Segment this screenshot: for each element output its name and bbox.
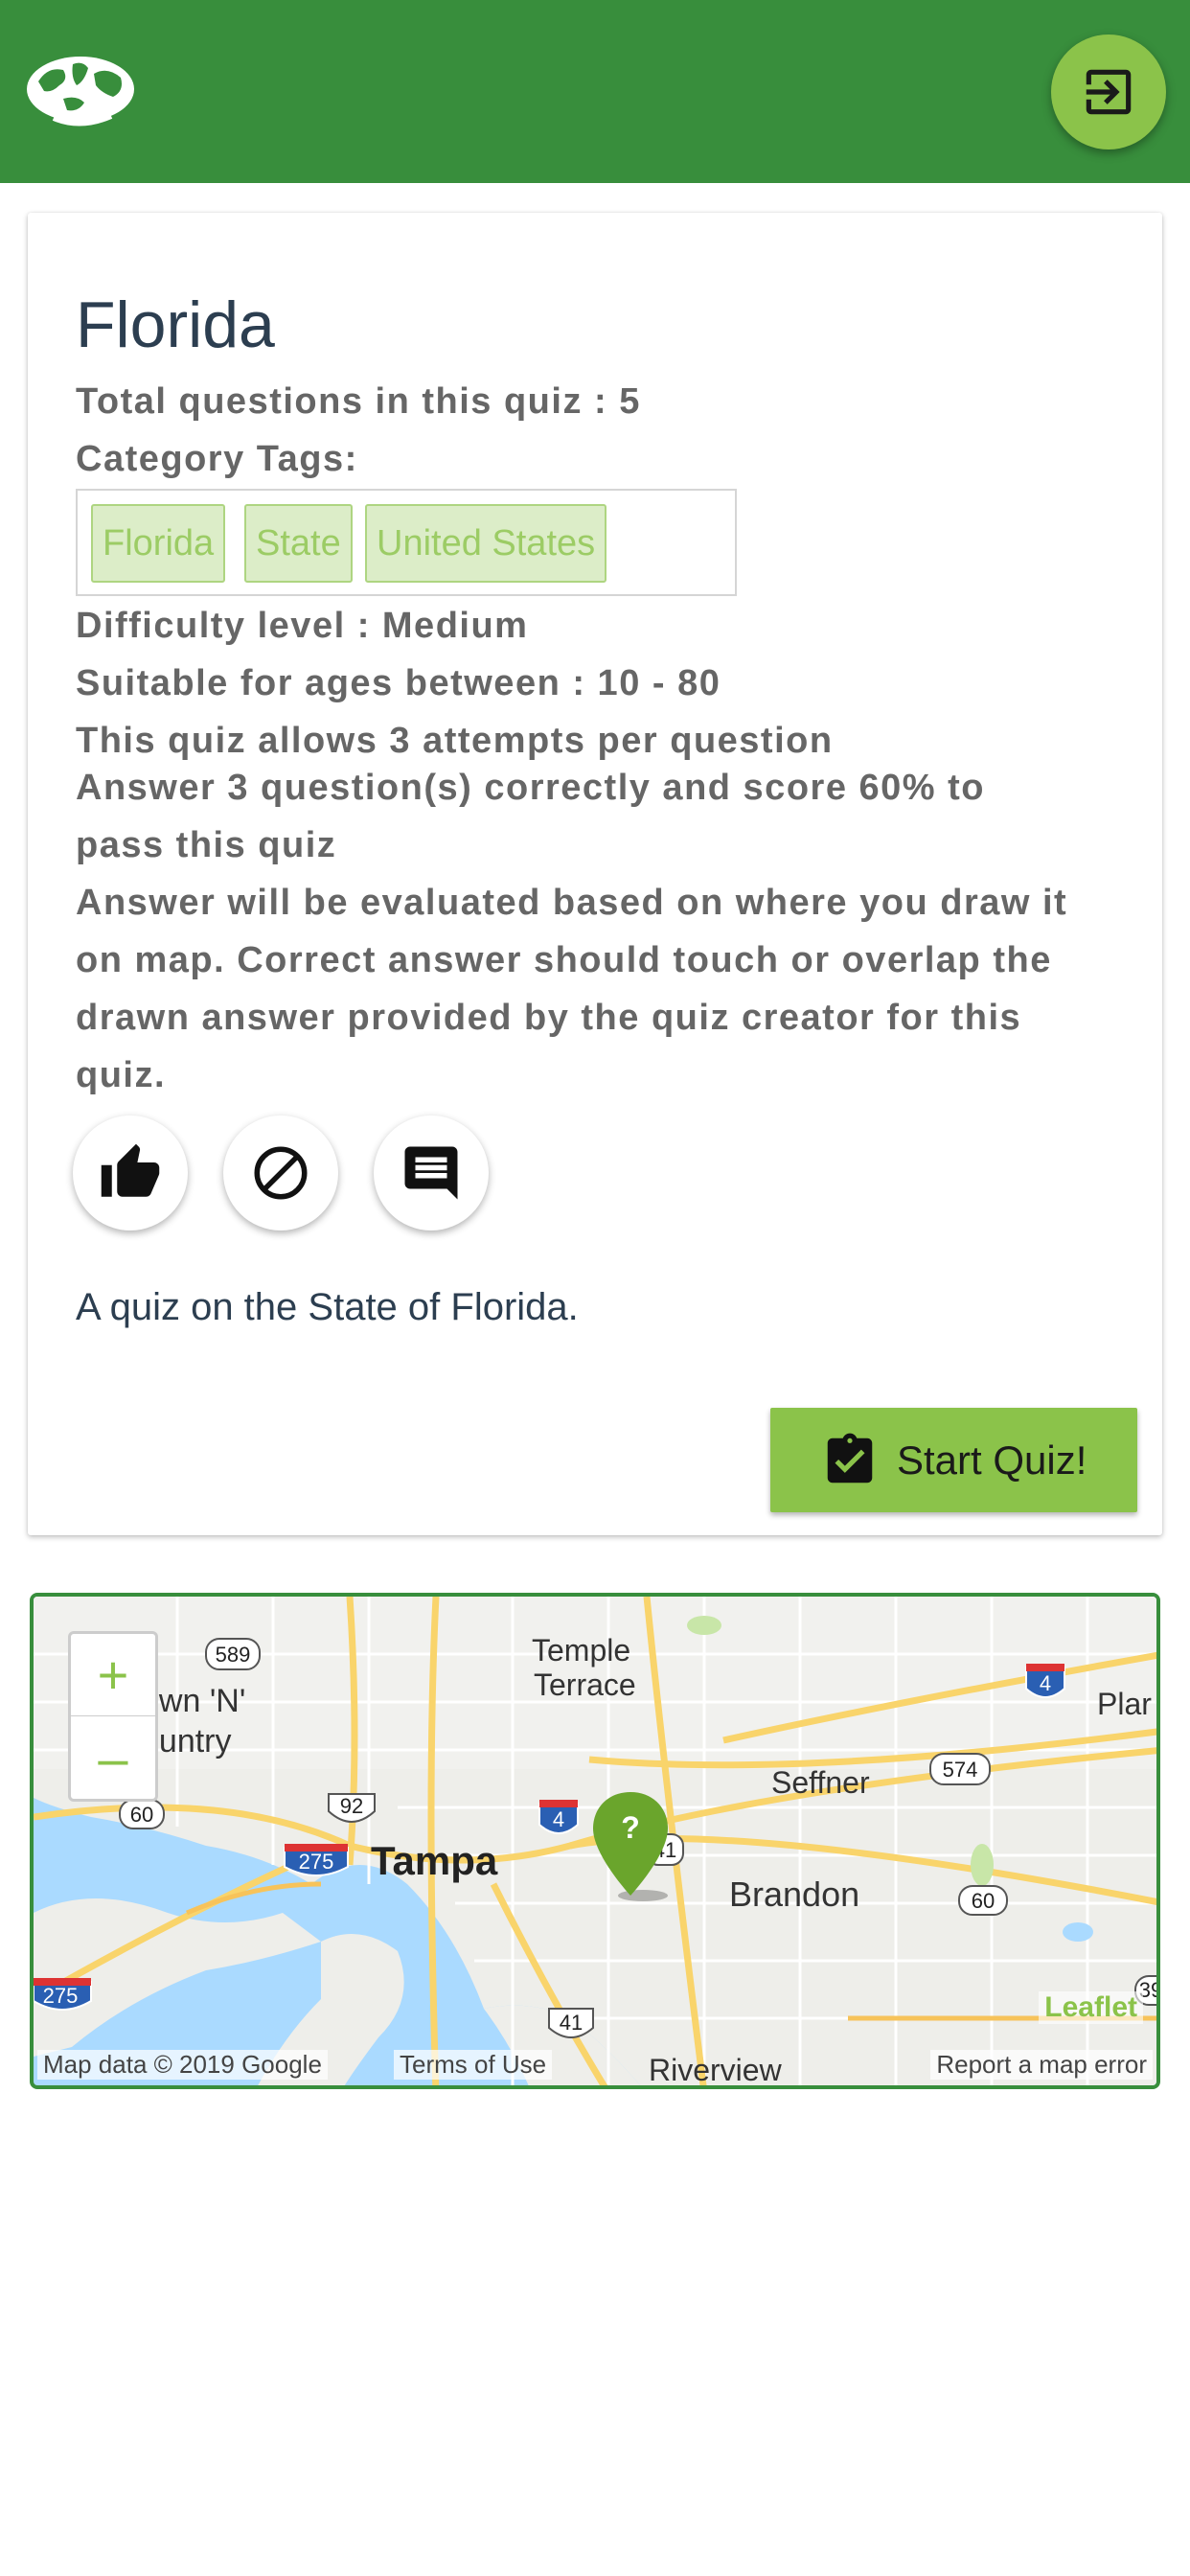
pass-line: Answer 3 question(s) correctly and score… bbox=[76, 768, 985, 808]
attempts-info: This quiz allows 3 attempts per question bbox=[76, 721, 834, 761]
shield-60b: 60 bbox=[958, 1885, 1008, 1916]
shield-i4a: 4 bbox=[538, 1800, 579, 1834]
clipboard-check-icon bbox=[827, 1433, 873, 1483]
like-button[interactable] bbox=[73, 1116, 188, 1230]
leaflet-link[interactable]: Leaflet bbox=[1039, 1991, 1143, 2024]
shield-92: 92 bbox=[328, 1793, 376, 1823]
map-label-seffner: Seffner bbox=[771, 1765, 870, 1800]
quiz-card: Florida Total questions in this quiz : 5… bbox=[28, 213, 1162, 1535]
map-label-riverview: Riverview bbox=[649, 2053, 782, 2087]
svg-text:60: 60 bbox=[130, 1803, 153, 1827]
thumbs-up-icon bbox=[101, 1143, 160, 1197]
start-quiz-button[interactable]: Start Quiz! bbox=[770, 1408, 1137, 1512]
map-label-tampa: Tampa bbox=[371, 1838, 498, 1883]
map-label-temple: Temple bbox=[532, 1633, 631, 1668]
map-label-plant: Plar bbox=[1097, 1687, 1152, 1721]
map-label-brandon: Brandon bbox=[729, 1874, 860, 1914]
eval-line: drawn answer provided by the quiz creato… bbox=[76, 998, 1022, 1038]
svg-text:589: 589 bbox=[216, 1643, 251, 1667]
tag-florida[interactable]: Florida bbox=[91, 504, 226, 583]
svg-text:4: 4 bbox=[553, 1807, 564, 1831]
total-questions: Total questions in this quiz : 5 bbox=[76, 381, 641, 422]
app-header bbox=[0, 0, 1190, 183]
svg-text:92: 92 bbox=[340, 1794, 363, 1818]
tag-state[interactable]: State bbox=[244, 504, 353, 583]
exit-icon bbox=[1086, 69, 1132, 115]
pass-line: pass this quiz bbox=[76, 825, 337, 865]
quiz-map[interactable]: 589 92 60 60 574 4 4 275 275 41 41 39 Ta… bbox=[30, 1593, 1160, 2089]
map-zoom-control: + – bbox=[68, 1631, 158, 1802]
pass-requirement: Answer 3 question(s) correctly and score… bbox=[76, 759, 1120, 874]
block-button[interactable] bbox=[223, 1116, 338, 1230]
quiz-description: A quiz on the State of Florida. bbox=[76, 1286, 579, 1328]
svg-text:275: 275 bbox=[299, 1850, 334, 1874]
age-range: Suitable for ages between : 10 - 80 bbox=[76, 663, 721, 703]
quiz-title: Florida bbox=[76, 288, 275, 361]
shield-i4b: 4 bbox=[1025, 1664, 1065, 1698]
shield-i275b: 275 bbox=[34, 1978, 92, 2011]
shield-41: 41 bbox=[548, 2008, 594, 2038]
shield-574: 574 bbox=[929, 1753, 991, 1785]
tags-box: Florida State United States bbox=[76, 489, 737, 596]
svg-text:41: 41 bbox=[560, 2011, 583, 2035]
tag-united-states[interactable]: United States bbox=[365, 504, 607, 583]
map-label-terrace: Terrace bbox=[534, 1668, 636, 1702]
zoom-out-button[interactable]: – bbox=[71, 1716, 155, 1799]
shield-589: 589 bbox=[205, 1638, 261, 1670]
comment-icon bbox=[404, 1146, 458, 1200]
globe-logo[interactable] bbox=[25, 53, 136, 129]
evaluation-info: Answer will be evaluated based on where … bbox=[76, 874, 1120, 1104]
block-icon bbox=[254, 1146, 308, 1200]
difficulty-level: Difficulty level : Medium bbox=[76, 606, 529, 646]
comment-button[interactable] bbox=[374, 1116, 489, 1230]
svg-text:275: 275 bbox=[43, 1984, 79, 2008]
shield-i275a: 275 bbox=[284, 1844, 349, 1876]
svg-text:?: ? bbox=[621, 1810, 640, 1845]
svg-text:4: 4 bbox=[1040, 1671, 1051, 1695]
map-attribution: Map data © 2019 Google bbox=[37, 2050, 328, 2080]
eval-line: quiz. bbox=[76, 1055, 167, 1095]
logout-button[interactable] bbox=[1051, 34, 1166, 150]
svg-text:60: 60 bbox=[972, 1889, 995, 1913]
category-label: Category Tags: bbox=[76, 439, 358, 479]
map-marker[interactable]: ? bbox=[587, 1788, 674, 1903]
terms-link[interactable]: Terms of Use bbox=[394, 2050, 553, 2080]
shield-60a: 60 bbox=[119, 1799, 165, 1829]
eval-line: on map. Correct answer should touch or o… bbox=[76, 940, 1052, 980]
start-quiz-label: Start Quiz! bbox=[897, 1437, 1087, 1483]
zoom-in-button[interactable]: + bbox=[71, 1634, 155, 1716]
svg-text:574: 574 bbox=[943, 1758, 978, 1782]
report-error-link[interactable]: Report a map error bbox=[930, 2050, 1153, 2080]
eval-line: Answer will be evaluated based on where … bbox=[76, 883, 1068, 923]
